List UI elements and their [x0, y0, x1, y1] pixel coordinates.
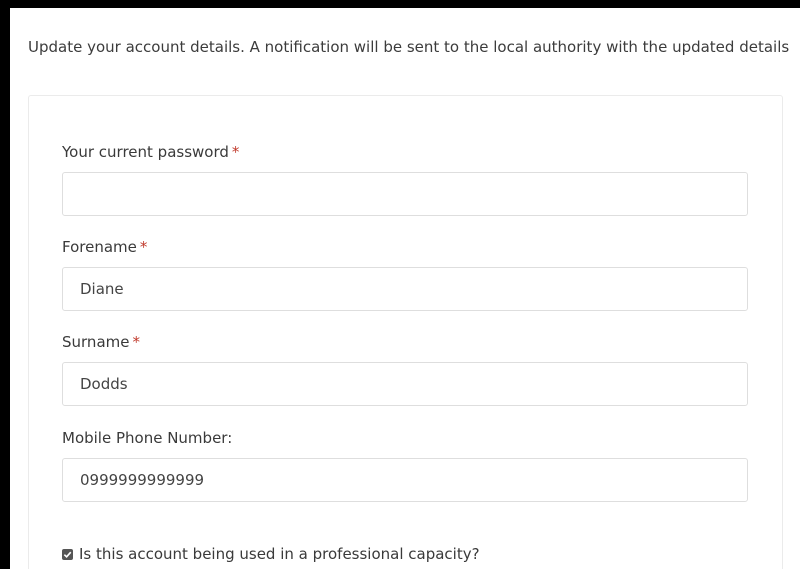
professional-capacity-label: Is this account being used in a professi…: [79, 545, 480, 563]
account-details-page: Update your account details. A notificat…: [10, 8, 800, 569]
mobile-phone-input[interactable]: 0999999999999: [62, 458, 748, 502]
current-password-input[interactable]: [62, 172, 748, 216]
current-password-label: Your current password *: [62, 143, 240, 161]
forename-input[interactable]: Diane: [62, 267, 748, 311]
professional-capacity-checkbox[interactable]: [62, 548, 73, 560]
mobile-phone-label: Mobile Phone Number:: [62, 429, 233, 447]
required-marker: *: [139, 238, 148, 256]
forename-label: Forename *: [62, 238, 148, 256]
required-marker: *: [231, 143, 240, 161]
surname-input[interactable]: Dodds: [62, 362, 748, 406]
required-marker: *: [132, 333, 140, 351]
intro-text: Update your account details. A notificat…: [28, 38, 790, 56]
surname-label: Surname *: [62, 333, 140, 351]
checkmark-icon: [63, 551, 72, 558]
account-form-card: Your current password * Forename * Diane S…: [28, 95, 783, 569]
professional-capacity-row[interactable]: Is this account being used in a professi…: [62, 545, 480, 563]
